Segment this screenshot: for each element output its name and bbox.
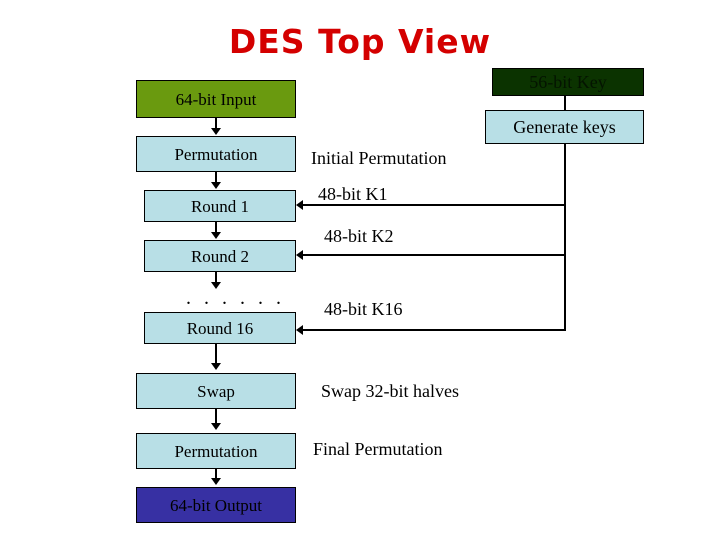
connector-swap-to-permutation bbox=[215, 409, 217, 424]
label-48-bit-k1: 48-bit K1 bbox=[318, 184, 388, 204]
box-final-permutation[interactable]: Permutation bbox=[136, 433, 296, 469]
arrow-down-icon bbox=[211, 363, 221, 370]
arrow-left-icon bbox=[296, 200, 303, 210]
arrow-down-icon bbox=[211, 182, 221, 189]
connector-key-to-generate bbox=[564, 96, 566, 110]
key-branch-k2 bbox=[303, 254, 566, 256]
key-branch-k16 bbox=[303, 329, 566, 331]
box-round-1[interactable]: Round 1 bbox=[144, 190, 296, 222]
key-bus-vertical-line bbox=[564, 144, 566, 331]
box-64-bit-input[interactable]: 64-bit Input bbox=[136, 80, 296, 118]
box-swap[interactable]: Swap bbox=[136, 373, 296, 409]
arrow-down-icon bbox=[211, 423, 221, 430]
arrow-down-icon bbox=[211, 232, 221, 239]
box-initial-permutation[interactable]: Permutation bbox=[136, 136, 296, 172]
arrow-down-icon bbox=[211, 128, 221, 135]
box-round-2[interactable]: Round 2 bbox=[144, 240, 296, 272]
box-generate-keys[interactable]: Generate keys bbox=[485, 110, 644, 144]
label-swap-32-bit-halves: Swap 32-bit halves bbox=[321, 381, 459, 401]
connector-round16-to-swap bbox=[215, 344, 217, 364]
label-48-bit-k16: 48-bit K16 bbox=[324, 299, 403, 319]
arrow-left-icon bbox=[296, 250, 303, 260]
key-branch-k1 bbox=[303, 204, 566, 206]
label-final-permutation: Final Permutation bbox=[313, 439, 443, 459]
label-initial-permutation: Initial Permutation bbox=[311, 148, 447, 168]
arrow-down-icon bbox=[211, 478, 221, 485]
page-title: DES Top View bbox=[228, 22, 492, 61]
arrow-left-icon bbox=[296, 325, 303, 335]
box-56-bit-key[interactable]: 56-bit Key bbox=[492, 68, 644, 96]
slide-canvas: DES Top View 64-bit Input Permutation Ro… bbox=[0, 0, 720, 540]
box-round-16[interactable]: Round 16 bbox=[144, 312, 296, 344]
label-48-bit-k2: 48-bit K2 bbox=[324, 226, 394, 246]
rounds-ellipsis: . . . . . . bbox=[186, 287, 285, 309]
box-64-bit-output[interactable]: 64-bit Output bbox=[136, 487, 296, 523]
